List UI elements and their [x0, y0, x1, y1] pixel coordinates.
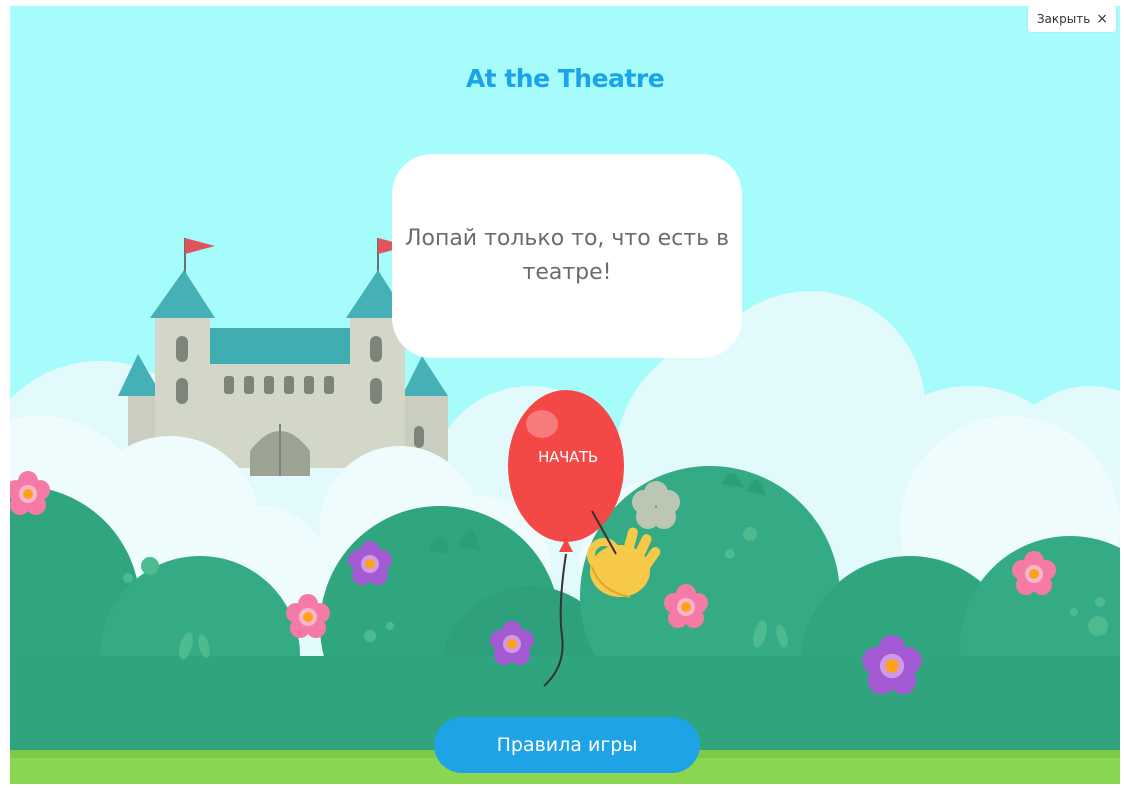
rules-button[interactable]: Правила игры	[434, 717, 700, 773]
game-title: At the Theatre	[465, 64, 665, 93]
game-stage: Закрыть × At the Theatre Лопай только то…	[10, 6, 1120, 784]
close-button[interactable]: Закрыть ×	[1027, 6, 1116, 32]
close-icon: ×	[1096, 11, 1108, 27]
instruction-text: Лопай только то, что есть в театре!	[404, 226, 730, 285]
instruction-card: Лопай только то, что есть в театре!	[392, 154, 742, 358]
close-label: Закрыть	[1036, 12, 1091, 26]
scene-background	[10, 238, 1120, 784]
start-button-label[interactable]: НАЧАТЬ	[514, 448, 622, 466]
balloon-icon[interactable]	[508, 390, 624, 542]
